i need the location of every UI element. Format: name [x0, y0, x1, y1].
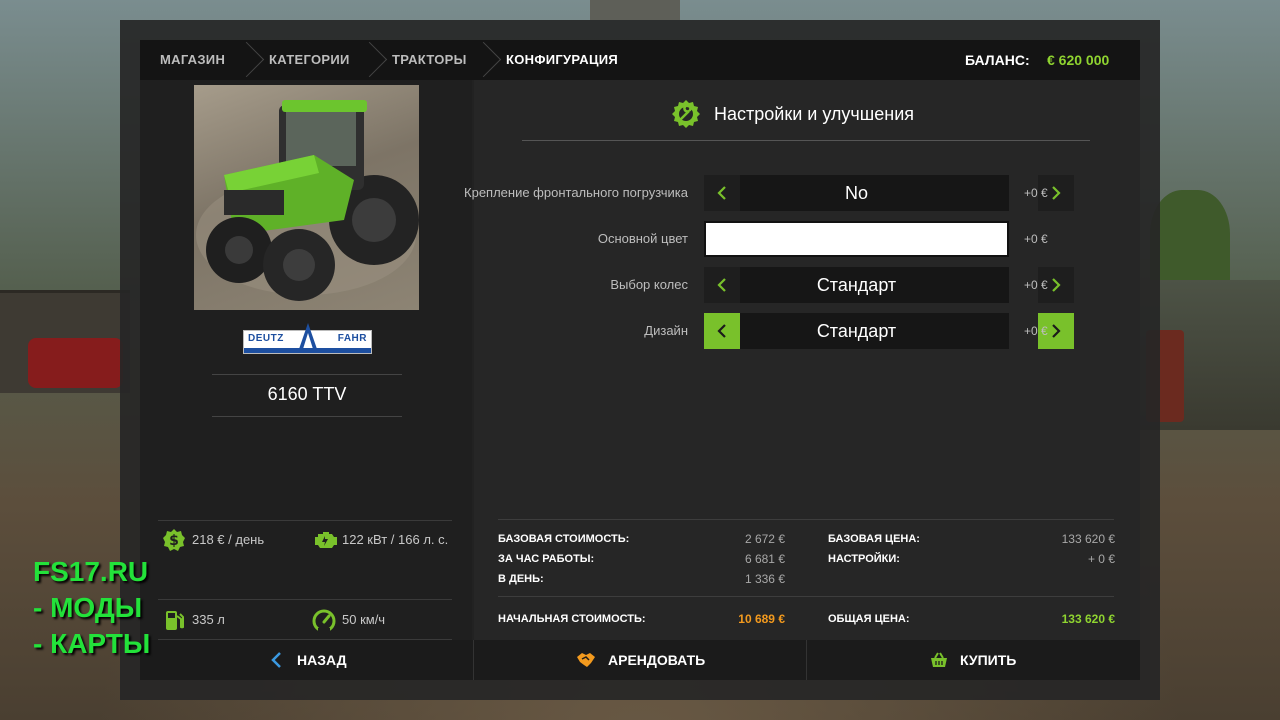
engine-icon [315, 532, 337, 548]
per-hour-value: 6 681 € [744, 552, 785, 566]
brand-logo-stripe [244, 348, 371, 353]
brand-logo: DEUTZ FAHR [243, 323, 372, 354]
per-day-label: В ДЕНЬ: [498, 573, 544, 585]
brand-logo-mark-inner [303, 333, 313, 349]
background-tower [590, 0, 680, 20]
initial-cost-value: 10 689 € [738, 612, 785, 626]
option-value: Стандарт [816, 275, 897, 295]
divider [158, 520, 452, 521]
buy-button[interactable]: КУПИТЬ [807, 640, 1140, 680]
settings-value: + 0 € [1087, 552, 1115, 566]
base-color-swatch[interactable] [704, 221, 1009, 257]
chevron-right-icon [1052, 186, 1061, 200]
breadcrumb-shop[interactable]: МАГАЗИН [160, 40, 225, 80]
breadcrumb-separator [363, 40, 377, 80]
divider [498, 596, 1114, 597]
spec-power-value: 122 кВт / 166 л. с. [342, 532, 449, 547]
chevron-left-icon [717, 324, 726, 338]
divider [212, 416, 402, 417]
back-button-label: НАЗАД [297, 652, 347, 668]
per-day-value: 1 336 € [744, 572, 785, 586]
option-prev-button[interactable] [704, 267, 740, 303]
chevron-right-icon [1052, 278, 1061, 292]
brand-logo-right-text: FAHR [337, 333, 367, 344]
gear-wrench-icon [672, 100, 700, 128]
breadcrumb-tractors[interactable]: ТРАКТОРЫ [392, 40, 467, 80]
speedometer-icon [312, 609, 336, 632]
balance-value: € 620 000 [1047, 52, 1110, 68]
money-icon: $ [163, 529, 185, 551]
spec-maintenance: $ 218 € / день [162, 528, 302, 552]
spec-speed-value: 50 км/ч [342, 612, 386, 627]
section-title: Настройки и улучшения [714, 104, 914, 124]
chevron-left-icon [271, 652, 281, 668]
divider [522, 140, 1090, 141]
breadcrumb-separator [240, 40, 254, 80]
breadcrumb-separator [477, 40, 491, 80]
option-label-base-color: Основной цвет [597, 231, 688, 246]
spec-speed: 50 км/ч [312, 608, 462, 632]
chevron-left-icon [717, 278, 726, 292]
divider [212, 374, 402, 375]
handshake-icon [577, 653, 595, 667]
watermark-line: FS17.RU [33, 556, 149, 587]
configuration-section: Настройки и улучшения Крепление фронталь… [464, 80, 1140, 640]
option-selector-wheels: Стандарт [704, 267, 1074, 303]
divider [158, 599, 452, 600]
top-navigation-bar: МАГАЗИН КАТЕГОРИИ ТРАКТОРЫ КОНФИГУРАЦИЯ … [140, 40, 1140, 80]
total-price-value: 133 620 € [1061, 612, 1115, 626]
lease-button[interactable]: АРЕНДОВАТЬ [474, 640, 806, 680]
total-price-label: ОБЩАЯ ЦЕНА: [828, 613, 910, 625]
background-tractor [28, 338, 123, 388]
base-price-value: 133 620 € [1061, 532, 1115, 546]
vehicle-model-name: 6160 TTV [267, 384, 347, 404]
balance-label: БАЛАНС: [965, 52, 1030, 68]
option-price: +0 € [1024, 278, 1048, 292]
initial-cost-label: НАЧАЛЬНАЯ СТОИМОСТЬ: [498, 613, 646, 625]
lease-button-label: АРЕНДОВАТЬ [608, 652, 706, 668]
fuel-icon [166, 611, 184, 630]
option-label-front-loader: Крепление фронтального погрузчика [464, 185, 688, 200]
option-price: +0 € [1024, 232, 1048, 246]
option-value: No [844, 183, 868, 203]
spec-fuel-value: 335 л [192, 612, 225, 627]
divider [498, 519, 1114, 520]
option-value: Стандарт [816, 321, 897, 341]
brand-logo-left-text: DEUTZ [248, 333, 284, 344]
option-label-design: Дизайн [644, 323, 688, 338]
shop-config-panel: МАГАЗИН КАТЕГОРИИ ТРАКТОРЫ КОНФИГУРАЦИЯ … [140, 40, 1140, 680]
option-prev-button[interactable] [704, 175, 740, 211]
vehicle-image [194, 85, 419, 310]
chevron-left-icon [717, 186, 726, 200]
per-hour-label: ЗА ЧАС РАБОТЫ: [498, 553, 595, 565]
svg-text:$: $ [169, 533, 179, 549]
watermark-line: - МОДЫ [33, 592, 143, 623]
base-cost-value: 2 672 € [744, 532, 785, 546]
spec-fuel: 335 л [162, 608, 302, 632]
base-cost-label: БАЗОВАЯ СТОИМОСТЬ: [498, 533, 630, 545]
option-price: +0 € [1024, 186, 1048, 200]
base-price-label: БАЗОВАЯ ЦЕНА: [828, 533, 920, 545]
back-button[interactable]: НАЗАД [140, 640, 472, 680]
option-price: +0 € [1024, 324, 1048, 338]
vehicle-info-column: DEUTZ FAHR 6160 TTV $ 218 € / день 122 к… [140, 80, 472, 640]
basket-icon [931, 652, 947, 667]
breadcrumb-categories[interactable]: КАТЕГОРИИ [269, 40, 350, 80]
option-prev-button[interactable] [704, 313, 740, 349]
spec-maintenance-value: 218 € / день [192, 532, 265, 547]
watermark-line: - КАРТЫ [33, 628, 151, 659]
breadcrumb-configuration: КОНФИГУРАЦИЯ [506, 52, 619, 67]
bottom-action-bar: НАЗАД АРЕНДОВАТЬ КУПИТЬ [140, 640, 1140, 680]
spec-power: 122 кВт / 166 л. с. [312, 528, 462, 552]
settings-label: НАСТРОЙКИ: [828, 553, 900, 565]
option-selector-front-loader: No [704, 175, 1074, 211]
chevron-right-icon [1052, 324, 1061, 338]
buy-button-label: КУПИТЬ [960, 652, 1017, 668]
option-selector-design: Стандарт [704, 313, 1074, 349]
option-label-wheels: Выбор колес [610, 277, 688, 292]
